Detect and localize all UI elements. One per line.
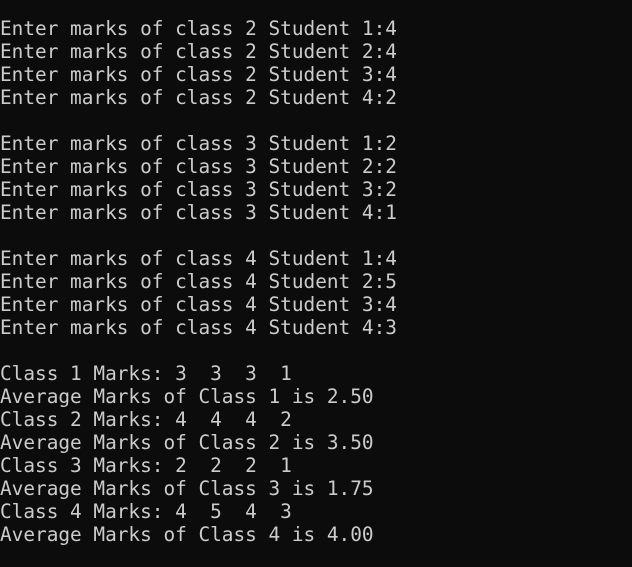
console-line: Enter marks of class 3 Student 3:2: [0, 178, 397, 201]
console-line: Class 2 Marks: 4 4 4 2: [0, 408, 292, 431]
console-line: Enter marks of class 2 Student 1:4: [0, 17, 397, 40]
console-line: Enter marks of class 2 Student 4:2: [0, 86, 397, 109]
console-line: Enter marks of class 3 Student 4:1: [0, 201, 397, 224]
console-line: Enter marks of class 4 Student 2:5: [0, 270, 397, 293]
console-line: Average Marks of Class 4 is 4.00: [0, 523, 374, 546]
console-line: Enter marks of class 2 Student 3:4: [0, 63, 397, 86]
console-line: Enter marks of class 3 Student 2:2: [0, 155, 397, 178]
console-line: Average Marks of Class 2 is 3.50: [0, 431, 374, 454]
terminal-output[interactable]: Enter marks of class 2 Student 1:4 Enter…: [0, 0, 632, 567]
console-line: Average Marks of Class 1 is 2.50: [0, 385, 374, 408]
console-line: Enter marks of class 3 Student 1:2: [0, 132, 397, 155]
console-line: Enter marks of class 2 Student 2:4: [0, 40, 397, 63]
console-line: Class 4 Marks: 4 5 4 3: [0, 500, 292, 523]
console-line: Class 3 Marks: 2 2 2 1: [0, 454, 292, 477]
console-line: Class 1 Marks: 3 3 3 1: [0, 362, 292, 385]
console-line: Enter marks of class 4 Student 1:4: [0, 247, 397, 270]
console-line: Enter marks of class 4 Student 3:4: [0, 293, 397, 316]
console-line: Enter marks of class 4 Student 4:3: [0, 316, 397, 339]
console-line: Average Marks of Class 3 is 1.75: [0, 477, 374, 500]
